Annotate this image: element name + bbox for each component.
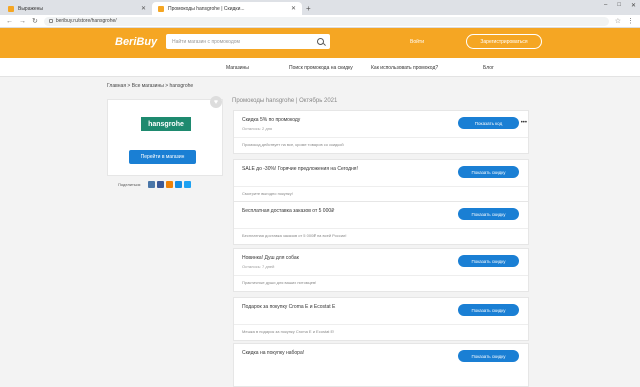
coupon-expiry: Осталось: 7 дней <box>242 264 275 269</box>
go-to-store-button[interactable]: Перейти в магазин <box>129 150 196 164</box>
site-logo[interactable]: BeriBuy <box>115 36 157 48</box>
browser-tab-strip: Выражены ✕ Промокоды hansgrohe | Скидки.… <box>0 0 640 15</box>
nav-stores[interactable]: Магазины <box>226 65 249 71</box>
tab-title: Промокоды hansgrohe | Скидки... <box>168 5 245 12</box>
store-card: hansgrohe Перейти в магазин <box>107 99 223 176</box>
window-controls: – □ ✕ <box>604 2 636 9</box>
minimize-button[interactable]: – <box>604 2 607 9</box>
forward-icon[interactable]: → <box>19 18 26 25</box>
more-options-icon[interactable]: ••• <box>521 120 527 126</box>
address-bar-row: ← → ↻ beribuy.ru/store/hansgrohe/ ☆ ⋮ <box>0 15 640 28</box>
close-tab-icon[interactable]: ✕ <box>141 5 146 12</box>
coupon-card: Подарок за покупку Croma E и Ecostat E М… <box>233 297 529 341</box>
coupon-card: Бесплатная доставка заказов от 5 000₽ Бе… <box>233 201 529 245</box>
coupon-title: Новинка! Душ для собак <box>242 255 299 261</box>
close-tab-icon[interactable]: ✕ <box>291 5 296 12</box>
coupon-title: Подарок за покупку Croma E и Ecostat E <box>242 304 336 310</box>
store-search-input[interactable]: Найти магазин с промокодом <box>166 34 330 49</box>
url-text: beribuy.ru/store/hansgrohe/ <box>55 18 117 24</box>
favorite-heart-icon[interactable]: ♥ <box>210 96 222 108</box>
facebook-icon[interactable] <box>157 181 165 188</box>
coupon-title: Скидка на покупку набора! <box>242 350 305 356</box>
coupon-card: Новинка! Душ для собак Осталось: 7 дней … <box>233 248 529 292</box>
odnoklassniki-icon[interactable] <box>166 181 174 188</box>
show-deal-button[interactable]: Показать скидку <box>458 166 519 178</box>
vk-icon[interactable] <box>148 181 156 188</box>
share-bar: Поделиться: <box>118 181 192 188</box>
coupon-description: Практичные души для ваших питомцев! <box>234 275 528 289</box>
new-tab-button[interactable]: + <box>302 2 315 15</box>
twitter-icon[interactable] <box>184 181 192 188</box>
search-placeholder: Найти магазин с промокодом <box>172 38 240 45</box>
site-header: BeriBuy Найти магазин с промокодом Войти… <box>0 28 640 58</box>
coupon-title: Скидка 5% по промокоду <box>242 117 301 123</box>
coupon-description: Мешка в подарок за покупку Croma E и Eco… <box>234 324 528 338</box>
search-icon[interactable] <box>317 38 324 45</box>
show-deal-button[interactable]: Показать скидку <box>458 255 519 267</box>
coupon-title: SALE до -30%! Горячие предложения на Сег… <box>242 166 358 172</box>
nav-blog[interactable]: Блог <box>483 65 494 71</box>
bookmark-star-icon[interactable]: ☆ <box>615 17 621 25</box>
nav-how-to[interactable]: Как использовать промокод? <box>371 65 438 71</box>
login-link[interactable]: Войти <box>410 39 424 45</box>
coupon-description: Смотрите выгодно покупку! <box>234 186 528 200</box>
mailru-icon[interactable] <box>175 181 183 188</box>
coupon-description: Промокод действует на все, кроме товаров… <box>234 137 528 151</box>
store-logo: hansgrohe <box>141 117 191 131</box>
show-deal-button[interactable]: Показать скидку <box>458 304 519 316</box>
page-title: Промокоды hansgrohe | Октябрь 2021 <box>232 98 338 104</box>
share-label: Поделиться: <box>118 182 142 187</box>
tab-title: Выражены <box>18 5 43 12</box>
maximize-button[interactable]: □ <box>617 2 621 9</box>
coupon-expiry: Осталось: 2 дня <box>242 126 273 131</box>
close-window-button[interactable]: ✕ <box>631 2 636 9</box>
breadcrumb[interactable]: Главная > Все магазины > hansgrohe <box>107 83 193 89</box>
coupon-card: Скидка на покупку набора! Показать скидк… <box>233 343 529 387</box>
browser-tab-active[interactable]: Промокоды hansgrohe | Скидки... ✕ <box>152 2 302 15</box>
coupon-card: Скидка 5% по промокоду Осталось: 2 дня П… <box>233 110 529 154</box>
coupon-description: Бесплатная доставка заказов от 5 000₽ на… <box>234 228 528 242</box>
show-code-button[interactable]: Показать код <box>458 117 519 129</box>
favicon-icon <box>8 5 14 12</box>
coupon-title: Бесплатная доставка заказов от 5 000₽ <box>242 208 335 214</box>
show-deal-button[interactable]: Показать скидку <box>458 350 519 362</box>
back-icon[interactable]: ← <box>6 18 13 25</box>
show-deal-button[interactable]: Показать скидку <box>458 208 519 220</box>
browser-tab[interactable]: Выражены ✕ <box>2 2 152 15</box>
favicon-icon <box>158 5 164 12</box>
site-subnav: Магазины Поиск промокода на скидку Как и… <box>0 58 640 77</box>
register-button[interactable]: Зарегистрироваться <box>466 34 542 49</box>
menu-icon[interactable]: ⋮ <box>627 17 634 25</box>
coupon-card: SALE до -30%! Горячие предложения на Сег… <box>233 159 529 203</box>
url-input[interactable]: beribuy.ru/store/hansgrohe/ <box>43 16 609 26</box>
lock-icon <box>48 19 53 23</box>
reload-icon[interactable]: ↻ <box>32 17 38 25</box>
nav-find-promo[interactable]: Поиск промокода на скидку <box>289 65 353 71</box>
